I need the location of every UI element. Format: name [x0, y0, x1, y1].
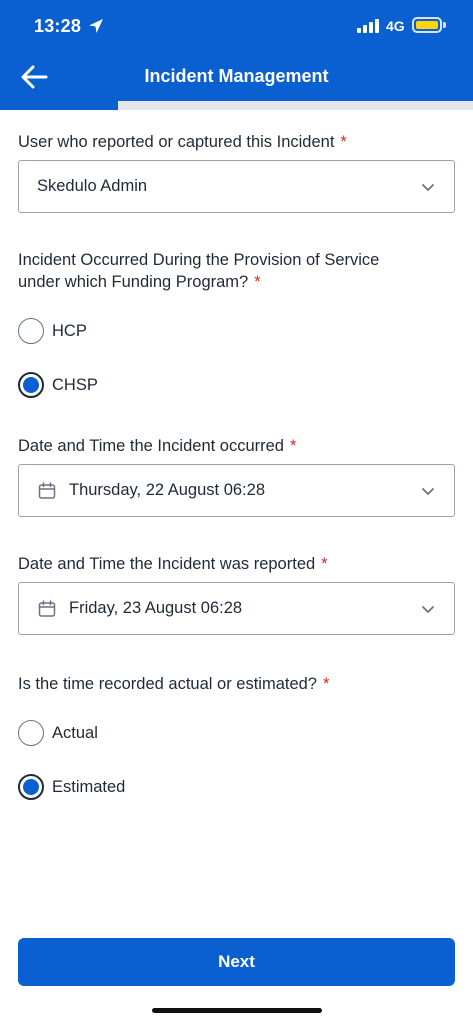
- calendar-icon: [38, 600, 56, 617]
- radio-estimated-label[interactable]: Estimated: [52, 778, 125, 797]
- radio-actual-label[interactable]: Actual: [52, 724, 98, 743]
- required-mark: *: [289, 437, 297, 455]
- chevron-down-icon: [422, 606, 434, 613]
- reported-label-text: Date and Time the Incident was reported: [18, 555, 316, 573]
- home-indicator: [152, 1008, 322, 1013]
- nav-bar: Incident Management: [0, 50, 473, 101]
- progress-bar: [0, 101, 473, 110]
- reported-label: Date and Time the Incident was reported *: [18, 553, 328, 575]
- chevron-down-icon: [422, 184, 434, 191]
- battery-tip: [443, 22, 446, 28]
- status-time: 13:28: [34, 16, 82, 36]
- time-type-label-text: Is the time recorded actual or estimated…: [18, 675, 317, 693]
- occurred-label-text: Date and Time the Incident occurred: [18, 437, 284, 455]
- funding-label-line2: under which Funding Program?: [18, 273, 249, 291]
- radio-estimated[interactable]: [18, 774, 44, 800]
- next-button[interactable]: Next: [18, 938, 455, 986]
- reported-date-value: Friday, 23 August 06:28: [69, 599, 243, 617]
- battery-icon: [412, 17, 442, 33]
- reporter-label: User who reported or captured this Incid…: [18, 131, 347, 153]
- radio-hcp[interactable]: [18, 318, 44, 344]
- radio-actual[interactable]: [18, 720, 44, 746]
- occurred-date-value: Thursday, 22 August 06:28: [69, 481, 265, 499]
- reporter-label-text: User who reported or captured this Incid…: [18, 133, 335, 151]
- radio-chsp[interactable]: [18, 372, 44, 398]
- radio-hcp-label[interactable]: HCP: [52, 322, 87, 341]
- app-header: 13:28 4G Incident Management: [0, 0, 473, 101]
- required-mark: *: [321, 555, 328, 573]
- time-type-label: Is the time recorded actual or estimated…: [18, 673, 329, 695]
- page-title: Incident Management: [144, 66, 329, 86]
- reporter-select[interactable]: Skedulo Admin: [18, 160, 455, 213]
- network-type: 4G: [386, 18, 405, 34]
- chevron-down-icon: [422, 488, 434, 495]
- reported-date-picker[interactable]: Friday, 23 August 06:28: [18, 582, 455, 635]
- occurred-date-picker[interactable]: Thursday, 22 August 06:28: [18, 464, 455, 517]
- reporter-select-value: Skedulo Admin: [37, 177, 148, 195]
- radio-chsp-label[interactable]: CHSP: [52, 376, 98, 395]
- calendar-icon: [38, 482, 56, 499]
- required-mark: *: [254, 273, 261, 291]
- location-arrow-icon: [89, 19, 103, 33]
- required-mark: *: [322, 675, 330, 693]
- signal-strength-icon: [357, 19, 381, 33]
- progress-bar-fill: [0, 101, 119, 110]
- funding-label: Incident Occurred During the Provision o…: [18, 249, 379, 293]
- status-bar: 13:28 4G: [0, 0, 473, 50]
- required-mark: *: [340, 133, 347, 151]
- occurred-label: Date and Time the Incident occurred *: [18, 435, 296, 457]
- funding-label-line1: Incident Occurred During the Provision o…: [18, 251, 380, 269]
